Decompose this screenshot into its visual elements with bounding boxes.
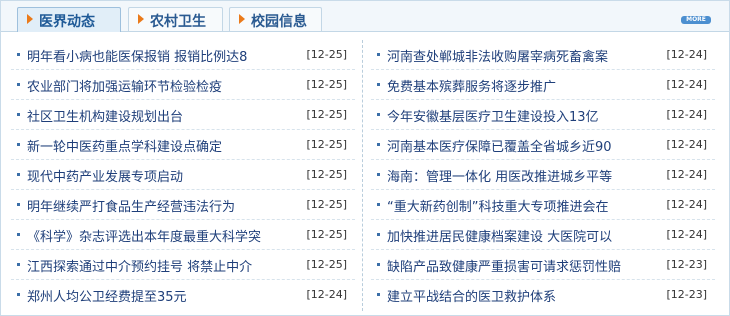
bullet-icon [377, 203, 380, 206]
more-button[interactable]: MORE [681, 16, 711, 24]
news-link[interactable]: 免费基本殡葬服务将逐步推广 [387, 76, 556, 95]
news-link[interactable]: 加快推进居民健康档案建设 大医院可以 [387, 226, 612, 245]
list-item: “重大新药创制”科技重大专项推进会在 [12-24] [371, 190, 715, 220]
news-date: [12-24] [666, 228, 707, 241]
news-date: [12-24] [306, 288, 347, 301]
news-date: [12-25] [306, 168, 347, 181]
bullet-icon [377, 83, 380, 86]
bullet-icon [377, 173, 380, 176]
list-item: 免费基本殡葬服务将逐步推广 [12-24] [371, 70, 715, 100]
news-link[interactable]: 今年安徽基层医疗卫生建设投入13亿 [387, 106, 599, 125]
tab-medical-news[interactable]: 医界动态 [17, 7, 121, 32]
bullet-icon [17, 53, 20, 56]
bullet-icon [17, 263, 20, 266]
news-link[interactable]: 河南基本医疗保障已覆盖全省城乡近90 [387, 136, 612, 155]
tab-campus-info[interactable]: 校园信息 [229, 7, 322, 31]
news-date: [12-24] [666, 108, 707, 121]
news-link[interactable]: 缺陷产品致健康严重损害可请求惩罚性赔 [387, 256, 621, 275]
bullet-icon [17, 293, 20, 296]
news-list-right: 河南查处郸城非法收购屠宰病死畜禽案 [12-24] 免费基本殡葬服务将逐步推广 [1… [371, 40, 715, 310]
list-item: 海南：管理一体化 用医改推进城乡平等 [12-24] [371, 160, 715, 190]
list-item: 今年安徽基层医疗卫生建设投入13亿 [12-24] [371, 100, 715, 130]
arrow-icon [239, 14, 245, 24]
list-item: 郑州人均公卫经费提至35元 [12-24] [11, 280, 355, 310]
news-date: [12-25] [306, 198, 347, 211]
news-date: [12-23] [666, 288, 707, 301]
tab-label: 校园信息 [251, 14, 307, 30]
bullet-icon [17, 113, 20, 116]
news-date: [12-24] [666, 168, 707, 181]
bullet-icon [377, 113, 380, 116]
bullet-icon [377, 233, 380, 236]
list-item: 江西探索通过中介预约挂号 将禁止中介 [12-25] [11, 250, 355, 280]
list-item: 《科学》杂志评选出本年度最重大科学突 [12-25] [11, 220, 355, 250]
news-date: [12-23] [666, 258, 707, 271]
list-item: 河南基本医疗保障已覆盖全省城乡近90 [12-24] [371, 130, 715, 160]
list-item: 社区卫生机构建设规划出台 [12-25] [11, 100, 355, 130]
bullet-icon [17, 83, 20, 86]
news-date: [12-25] [306, 258, 347, 271]
news-date: [12-24] [666, 198, 707, 211]
news-link[interactable]: 社区卫生机构建设规划出台 [27, 106, 183, 125]
news-link[interactable]: 农业部门将加强运输环节检验检疫 [27, 76, 222, 95]
news-link[interactable]: 《科学》杂志评选出本年度最重大科学突 [27, 226, 261, 245]
list-item: 河南查处郸城非法收购屠宰病死畜禽案 [12-24] [371, 40, 715, 70]
news-list-left: 明年看小病也能医保报销 报销比例达8 [12-25] 农业部门将加强运输环节检验检… [11, 40, 355, 310]
list-item: 现代中药产业发展专项启动 [12-25] [11, 160, 355, 190]
news-date: [12-25] [306, 78, 347, 91]
arrow-icon [138, 14, 144, 24]
bullet-icon [17, 203, 20, 206]
news-date: [12-24] [666, 138, 707, 151]
list-item: 明年看小病也能医保报销 报销比例达8 [12-25] [11, 40, 355, 70]
news-date: [12-25] [306, 48, 347, 61]
tab-label: 医界动态 [39, 14, 95, 30]
news-link[interactable]: 明年继续严打食品生产经营违法行为 [27, 196, 235, 215]
news-link[interactable]: 现代中药产业发展专项启动 [27, 166, 183, 185]
news-panel: 医界动态 农村卫生 校园信息 MORE 明年看小病也能医保报销 报销比例达8 [1… [0, 0, 730, 316]
news-link[interactable]: “重大新药创制”科技重大专项推进会在 [387, 196, 608, 215]
list-item: 加快推进居民健康档案建设 大医院可以 [12-24] [371, 220, 715, 250]
news-link[interactable]: 建立平战结合的医卫救护体系 [387, 286, 556, 305]
bullet-icon [17, 173, 20, 176]
bullet-icon [377, 53, 380, 56]
news-link[interactable]: 河南查处郸城非法收购屠宰病死畜禽案 [387, 46, 608, 65]
bullet-icon [17, 143, 20, 146]
tab-rural-health[interactable]: 农村卫生 [128, 7, 223, 31]
list-item: 农业部门将加强运输环节检验检疫 [12-25] [11, 70, 355, 100]
bullet-icon [377, 263, 380, 266]
list-item: 明年继续严打食品生产经营违法行为 [12-25] [11, 190, 355, 220]
arrow-icon [27, 14, 33, 24]
list-item: 新一轮中医药重点学科建设点确定 [12-25] [11, 130, 355, 160]
news-link[interactable]: 江西探索通过中介预约挂号 将禁止中介 [27, 256, 252, 275]
column-divider [362, 40, 363, 311]
news-date: [12-25] [306, 138, 347, 151]
bullet-icon [377, 143, 380, 146]
bullet-icon [17, 233, 20, 236]
news-link[interactable]: 明年看小病也能医保报销 报销比例达8 [27, 46, 247, 65]
news-date: [12-24] [666, 78, 707, 91]
news-date: [12-25] [306, 108, 347, 121]
list-item: 缺陷产品致健康严重损害可请求惩罚性赔 [12-23] [371, 250, 715, 280]
tab-bar: 医界动态 农村卫生 校园信息 MORE [1, 1, 729, 32]
news-date: [12-24] [666, 48, 707, 61]
list-item: 建立平战结合的医卫救护体系 [12-23] [371, 280, 715, 310]
news-link[interactable]: 新一轮中医药重点学科建设点确定 [27, 136, 222, 155]
bullet-icon [377, 293, 380, 296]
tab-label: 农村卫生 [150, 14, 206, 30]
news-date: [12-25] [306, 228, 347, 241]
news-link[interactable]: 海南：管理一体化 用医改推进城乡平等 [387, 166, 612, 185]
news-link[interactable]: 郑州人均公卫经费提至35元 [27, 286, 187, 305]
